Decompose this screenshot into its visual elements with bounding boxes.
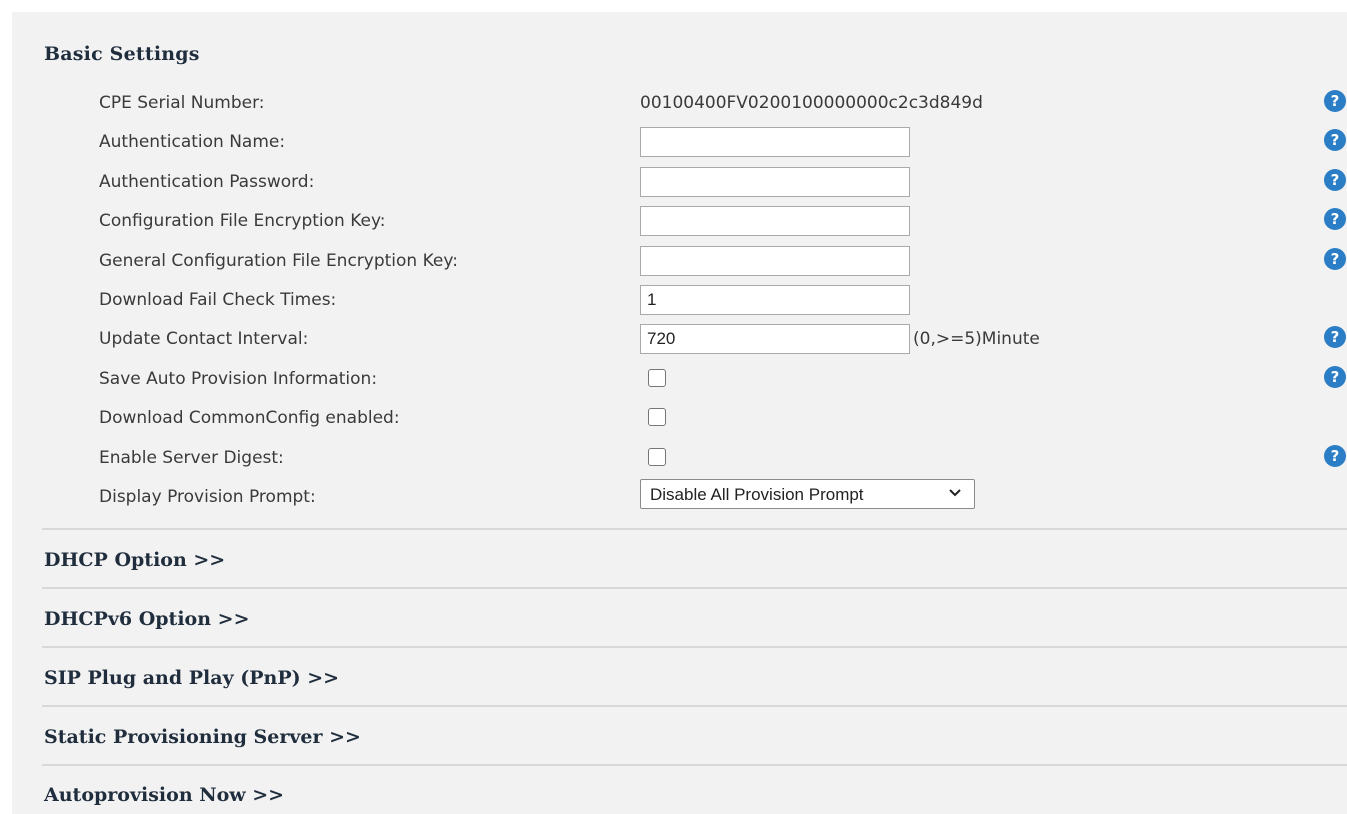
dhcpv6-option-toggle[interactable]: DHCPv6 Option >>	[44, 608, 249, 630]
update-interval-label: Update Contact Interval:	[99, 329, 309, 349]
cpe-serial-row: CPE Serial Number: 00100400FV02001000000…	[0, 88, 1347, 118]
download-commonconfig-row: Download CommonConfig enabled:	[0, 403, 1347, 433]
download-commonconfig-checkbox[interactable]	[648, 408, 666, 426]
update-interval-unit: (0,>=5)Minute	[913, 329, 1040, 349]
general-config-key-row: General Configuration File Encryption Ke…	[0, 246, 1347, 276]
auth-password-input[interactable]	[640, 167, 910, 197]
cpe-serial-label: CPE Serial Number:	[99, 93, 265, 113]
autoprovision-now-toggle[interactable]: Autoprovision Now >>	[44, 784, 284, 806]
question-circle-icon[interactable]: ?	[1324, 445, 1346, 467]
question-circle-icon[interactable]: ?	[1324, 326, 1346, 348]
display-prompt-select[interactable]: Disable All Provision Prompt	[640, 479, 975, 509]
question-circle-icon[interactable]: ?	[1324, 169, 1346, 191]
display-prompt-selected: Disable All Provision Prompt	[650, 485, 864, 504]
divider	[42, 764, 1347, 766]
auth-name-label: Authentication Name:	[99, 132, 286, 152]
server-digest-checkbox[interactable]	[648, 448, 666, 466]
basic-settings-heading: Basic Settings	[44, 43, 200, 65]
save-auto-provision-row: Save Auto Provision Information: ?	[0, 364, 1347, 394]
display-prompt-label: Display Provision Prompt:	[99, 487, 316, 507]
static-provisioning-server-toggle[interactable]: Static Provisioning Server >>	[44, 726, 361, 748]
dhcp-option-toggle[interactable]: DHCP Option >>	[44, 549, 225, 571]
download-fail-label: Download Fail Check Times:	[99, 290, 337, 310]
download-commonconfig-label: Download CommonConfig enabled:	[99, 408, 400, 428]
download-fail-input[interactable]	[640, 285, 910, 315]
save-auto-provision-label: Save Auto Provision Information:	[99, 369, 378, 389]
question-circle-icon[interactable]: ?	[1324, 366, 1346, 388]
question-circle-icon[interactable]: ?	[1324, 208, 1346, 230]
server-digest-row: Enable Server Digest: ?	[0, 443, 1347, 473]
divider	[42, 528, 1347, 530]
divider	[42, 705, 1347, 707]
display-prompt-row: Display Provision Prompt: Disable All Pr…	[0, 479, 1347, 512]
download-fail-row: Download Fail Check Times:	[0, 285, 1347, 315]
divider	[42, 587, 1347, 589]
auth-name-row: Authentication Name: ?	[0, 127, 1347, 157]
question-circle-icon[interactable]: ?	[1324, 248, 1346, 270]
auth-name-input[interactable]	[640, 127, 910, 157]
config-key-row: Configuration File Encryption Key: ?	[0, 206, 1347, 236]
auth-password-row: Authentication Password: ?	[0, 167, 1347, 197]
server-digest-label: Enable Server Digest:	[99, 448, 284, 468]
question-circle-icon[interactable]: ?	[1324, 129, 1346, 151]
divider	[42, 646, 1347, 648]
general-config-key-label: General Configuration File Encryption Ke…	[99, 251, 458, 271]
sip-pnp-toggle[interactable]: SIP Plug and Play (PnP) >>	[44, 667, 339, 689]
update-interval-row: Update Contact Interval: (0,>=5)Minute ?	[0, 324, 1347, 354]
cpe-serial-value: 00100400FV0200100000000c2c3d849d	[640, 93, 983, 113]
config-key-input[interactable]	[640, 206, 910, 236]
general-config-key-input[interactable]	[640, 246, 910, 276]
save-auto-provision-checkbox[interactable]	[648, 369, 666, 387]
chevron-down-icon	[949, 489, 961, 497]
update-interval-input[interactable]	[640, 324, 910, 354]
config-key-label: Configuration File Encryption Key:	[99, 211, 386, 231]
question-circle-icon[interactable]: ?	[1324, 90, 1346, 112]
auth-password-label: Authentication Password:	[99, 172, 315, 192]
